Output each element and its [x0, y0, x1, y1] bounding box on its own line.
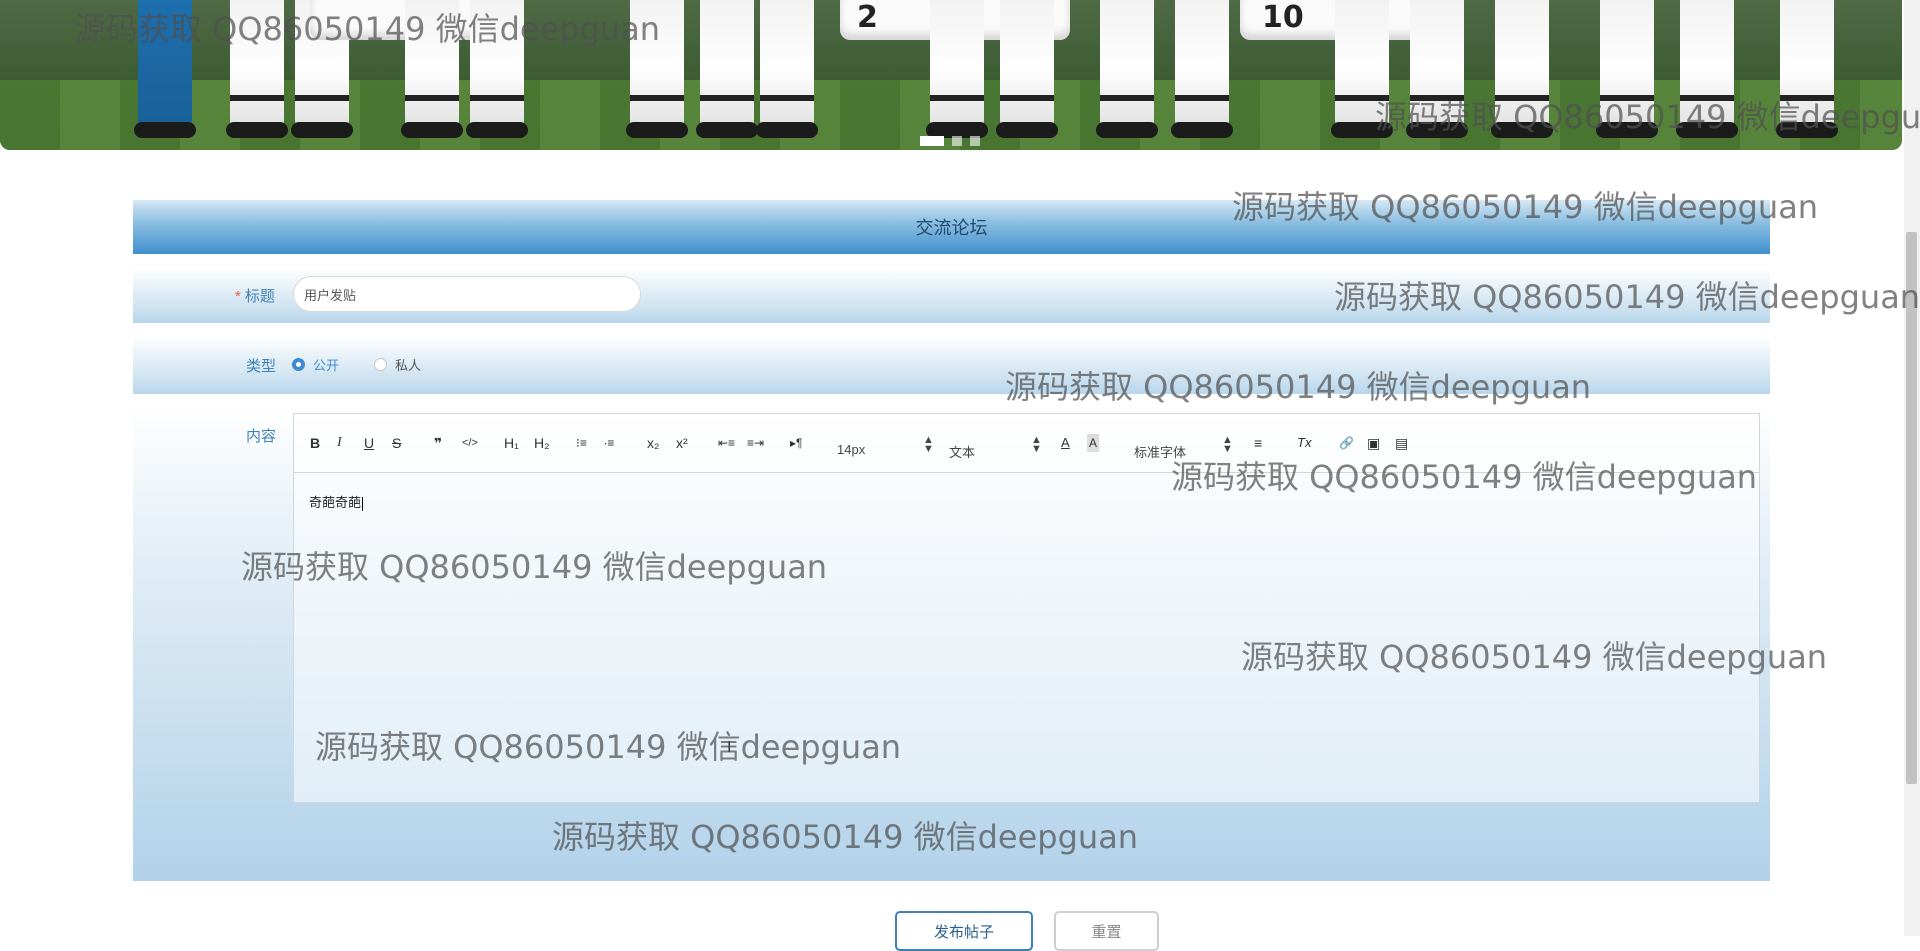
title-input[interactable] [293, 276, 641, 312]
subscript-button[interactable]: x₂ [647, 434, 659, 452]
title-label: * 标题 [235, 285, 275, 306]
blockquote-button[interactable]: ❞ [434, 434, 442, 452]
underline-button[interactable]: U [364, 434, 374, 452]
font-color-button[interactable]: A [1061, 434, 1070, 452]
updown-arrows-icon: ▲ ▼ [1031, 434, 1042, 455]
font-size-value: 14px [837, 442, 866, 457]
updown-arrows-icon: ▲ ▼ [923, 434, 934, 455]
required-marker: * [235, 288, 241, 305]
player-leg [1096, 0, 1158, 138]
indent-button[interactable]: ≡⇥ [747, 434, 764, 452]
radio-public-label: 公开 [313, 358, 340, 373]
carousel-indicators [920, 136, 980, 146]
font-size-select[interactable]: 14px ▲ ▼ [837, 435, 934, 458]
bullet-list-button[interactable]: ∙≡ [604, 434, 614, 452]
player-leg [134, 0, 196, 138]
jersey-number: 10 [1262, 0, 1304, 35]
player-leg [1596, 0, 1658, 138]
text-direction-button[interactable]: ▸¶ [790, 434, 802, 452]
header1-button[interactable]: H₁ [504, 434, 519, 452]
player-leg [696, 0, 758, 138]
header-select[interactable]: 文本 ▲ ▼ [949, 435, 1042, 461]
updown-arrows-icon: ▲ ▼ [1222, 434, 1233, 455]
submit-post-button[interactable]: 发布帖子 [895, 911, 1033, 951]
title-label-text: 标题 [244, 288, 275, 305]
player-leg [926, 0, 988, 138]
player-leg [626, 0, 688, 138]
clean-format-button[interactable]: Tx [1297, 434, 1311, 452]
italic-button[interactable]: I [337, 434, 342, 452]
forum-header-title: 交流论坛 [915, 218, 988, 238]
video-icon[interactable]: ▤ [1395, 434, 1408, 452]
player-leg [466, 0, 528, 138]
align-button[interactable]: ≡ [1254, 434, 1262, 452]
superscript-button[interactable]: x² [676, 434, 688, 452]
code-block-button[interactable]: </> [462, 434, 478, 452]
bold-button[interactable]: B [310, 434, 320, 452]
radio-private-label: 私人 [395, 358, 422, 373]
player-leg [401, 0, 463, 138]
content-label: 内容 [246, 428, 277, 445]
header2-button[interactable]: H₂ [534, 434, 550, 452]
editor-text: 奇葩奇葩 [309, 495, 362, 510]
player-leg [756, 0, 818, 138]
ordered-list-button[interactable]: ⁝≡ [576, 434, 587, 452]
image-icon[interactable]: ▣ [1367, 434, 1380, 452]
radio-circle[interactable] [374, 358, 387, 371]
font-family-select[interactable]: 标准字体 ▲ ▼ [1134, 435, 1233, 461]
background-color-button[interactable]: A [1087, 434, 1100, 452]
banner-carousel[interactable]: 2 10 [0, 0, 1902, 150]
text-cursor-icon: I [727, 739, 732, 756]
carousel-dot[interactable] [970, 136, 980, 146]
strike-button[interactable]: S [392, 434, 401, 452]
font-family-value: 标准字体 [1134, 445, 1187, 460]
text-caret [362, 496, 364, 511]
outdent-button[interactable]: ⇤≡ [718, 434, 735, 452]
player-leg [1491, 0, 1553, 138]
player-leg [226, 0, 288, 138]
page-scrollbar-thumb[interactable] [1906, 232, 1917, 784]
player-leg [1331, 0, 1393, 138]
carousel-dot[interactable] [920, 136, 944, 146]
link-icon[interactable]: 🔗 [1339, 434, 1354, 452]
reset-button[interactable]: 重置 [1054, 911, 1159, 951]
player-leg [1776, 0, 1838, 138]
player-leg [1406, 0, 1468, 138]
player-leg [996, 0, 1058, 138]
forum-header: 交流论坛 [133, 200, 1770, 254]
radio-private[interactable]: 私人 [374, 355, 421, 374]
radio-circle[interactable] [292, 358, 305, 371]
rich-text-editor[interactable]: B I U S ❞ </> H₁ H₂ ⁝≡ ∙≡ x₂ x² ⇤≡ ≡⇥ ▸¶… [293, 413, 1760, 803]
radio-public[interactable]: 公开 [292, 355, 339, 374]
editor-content[interactable]: 奇葩奇葩 [309, 492, 364, 511]
editor-toolbar: B I U S ❞ </> H₁ H₂ ⁝≡ ∙≡ x₂ x² ⇤≡ ≡⇥ ▸¶… [294, 414, 1759, 473]
player-leg [1171, 0, 1233, 138]
jersey-number: 2 [857, 0, 878, 35]
header-select-value: 文本 [949, 445, 976, 460]
player-leg [1676, 0, 1738, 138]
type-label: 类型 [246, 358, 277, 375]
carousel-dot[interactable] [952, 136, 962, 146]
